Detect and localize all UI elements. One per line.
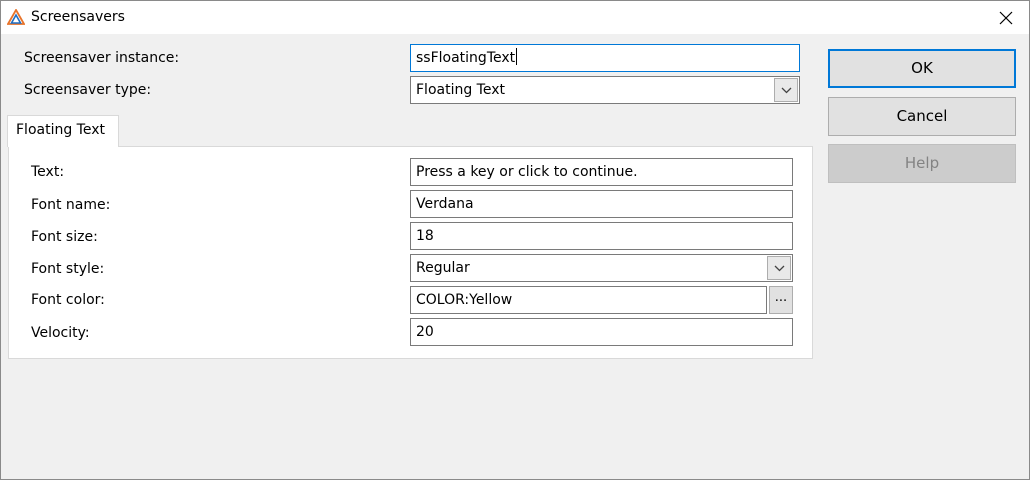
font-color-value: COLOR:Yellow bbox=[416, 292, 513, 308]
cancel-button[interactable]: Cancel bbox=[828, 97, 1016, 136]
font-color-label: Font color: bbox=[31, 292, 105, 308]
screensaver-type-label: Screensaver type: bbox=[24, 82, 152, 98]
screensaver-type-select[interactable]: Floating Text bbox=[410, 76, 800, 104]
chevron-down-icon bbox=[781, 87, 792, 94]
screensaver-instance-value: ssFloatingText bbox=[416, 50, 516, 66]
app-logo-icon bbox=[6, 8, 26, 25]
close-button[interactable] bbox=[983, 1, 1029, 34]
font-size-label: Font size: bbox=[31, 229, 98, 245]
ok-button[interactable]: OK bbox=[828, 49, 1016, 88]
font-size-value: 18 bbox=[416, 228, 434, 244]
velocity-value: 20 bbox=[416, 324, 434, 340]
font-name-label: Font name: bbox=[31, 197, 111, 213]
font-color-input[interactable]: COLOR:Yellow bbox=[410, 286, 767, 314]
text-label: Text: bbox=[31, 164, 65, 180]
font-style-value: Regular bbox=[416, 260, 470, 276]
screensaver-instance-input[interactable]: ssFloatingText bbox=[410, 44, 800, 72]
text-caret bbox=[516, 48, 518, 65]
font-size-input[interactable]: 18 bbox=[410, 222, 793, 250]
font-name-input[interactable]: Verdana bbox=[410, 190, 793, 218]
screensaver-type-dropdown-button[interactable] bbox=[774, 78, 798, 102]
font-style-select[interactable]: Regular bbox=[410, 254, 793, 282]
velocity-label: Velocity: bbox=[31, 325, 90, 341]
tab-floating-text[interactable]: Floating Text bbox=[7, 115, 119, 147]
help-button[interactable]: Help bbox=[828, 144, 1016, 183]
font-style-dropdown-button[interactable] bbox=[767, 256, 791, 280]
screensaver-instance-label: Screensaver instance: bbox=[24, 50, 180, 66]
screensaver-type-value: Floating Text bbox=[416, 82, 505, 98]
dialog-window: Screensavers Screensaver instance: ssFlo… bbox=[0, 0, 1030, 480]
title-bar: Screensavers bbox=[1, 1, 1029, 34]
text-input[interactable]: Press a key or click to continue. bbox=[410, 158, 793, 186]
font-style-label: Font style: bbox=[31, 261, 105, 277]
window-title: Screensavers bbox=[31, 9, 125, 25]
tab-floating-text-label: Floating Text bbox=[16, 122, 105, 138]
font-name-value: Verdana bbox=[416, 196, 474, 212]
font-color-browse-button[interactable]: ... bbox=[769, 286, 793, 314]
chevron-down-icon bbox=[774, 265, 785, 272]
close-icon bbox=[999, 11, 1013, 25]
text-value: Press a key or click to continue. bbox=[416, 164, 638, 180]
velocity-input[interactable]: 20 bbox=[410, 318, 793, 346]
